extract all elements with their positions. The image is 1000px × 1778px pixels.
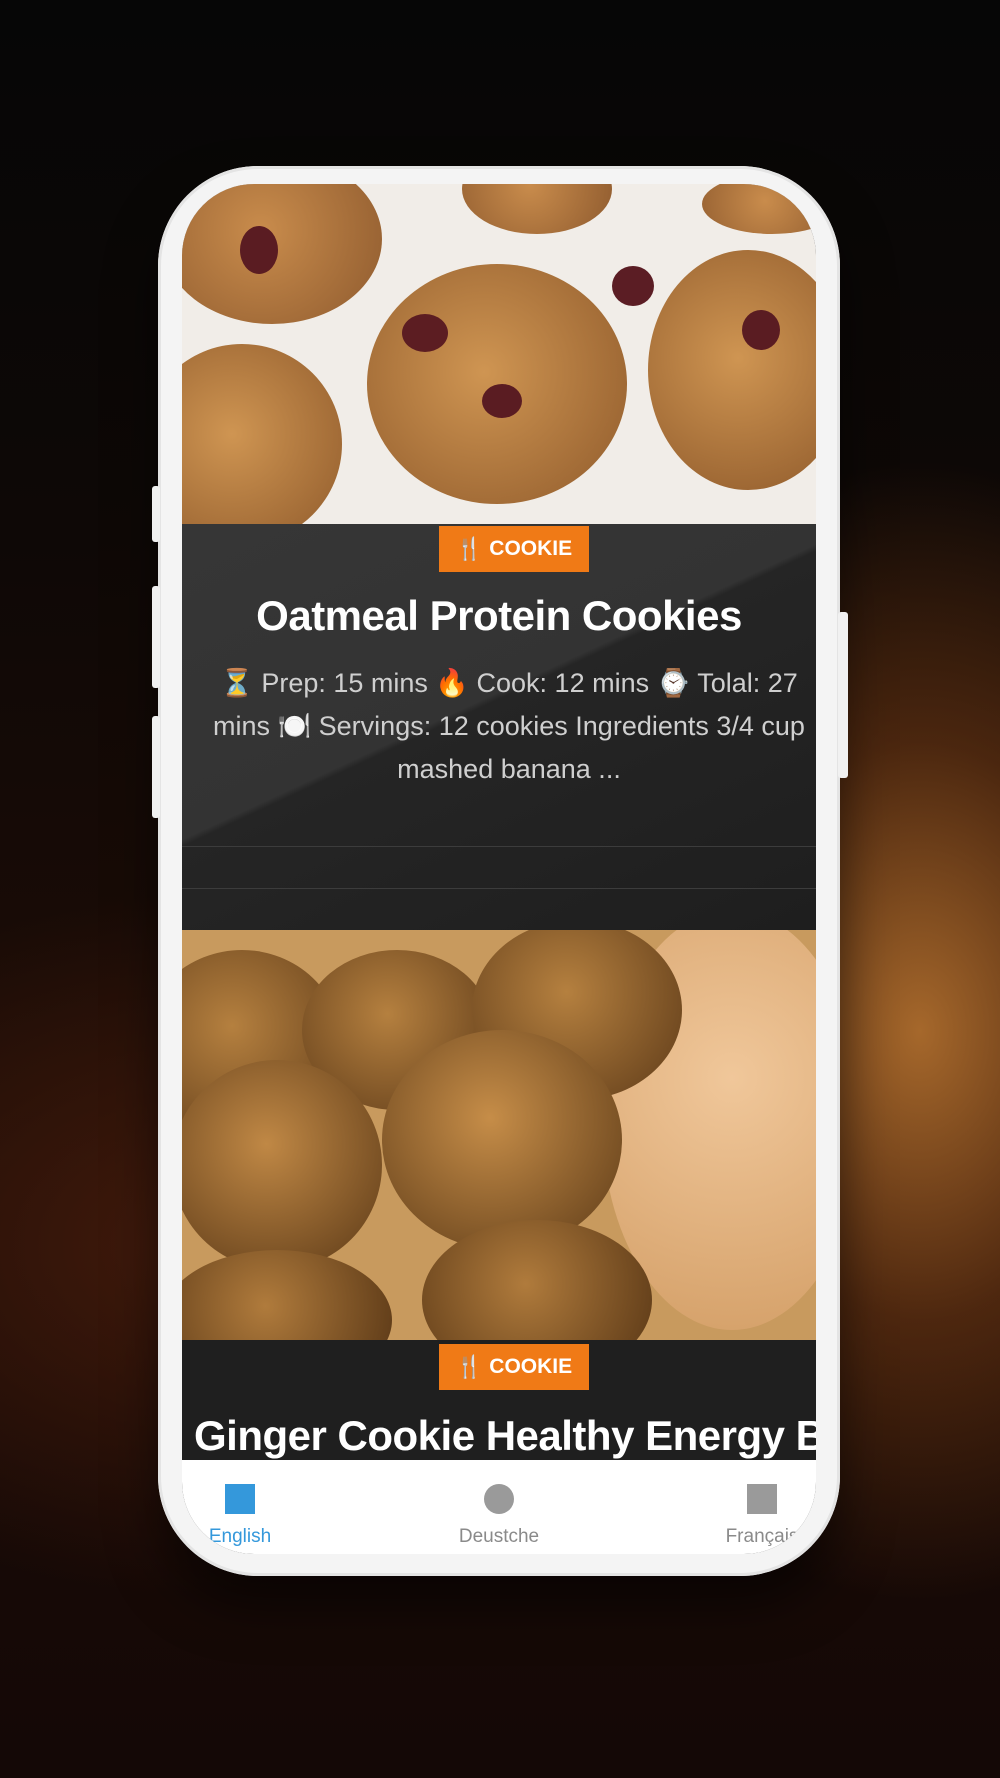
recipe-title[interactable]: Ginger Cookie Healthy Energy Balls	[194, 1412, 816, 1460]
category-badge[interactable]: 🍴 COOKIE	[439, 1344, 589, 1390]
app-screen: 🍴 COOKIE Oatmeal Protein Cookies ⏳ Prep:…	[182, 184, 816, 1554]
recipe-feed[interactable]: 🍴 COOKIE Oatmeal Protein Cookies ⏳ Prep:…	[182, 184, 816, 1460]
square-icon	[225, 1484, 255, 1514]
bottom-navigation: English Deustche Français	[182, 1460, 816, 1554]
recipe-image-oatmeal-cookies[interactable]	[182, 184, 816, 524]
fork-knife-icon: 🍴	[455, 1354, 484, 1379]
square-icon	[747, 1484, 777, 1514]
divider	[182, 846, 816, 847]
recipe-image-energy-balls[interactable]	[182, 930, 816, 1340]
category-label: COOKIE	[489, 537, 573, 560]
recipe-description: ⏳ Prep: 15 mins 🔥 Cook: 12 mins ⌚ Tolal:…	[213, 668, 805, 784]
circle-icon	[484, 1484, 514, 1514]
volume-up-button	[152, 586, 160, 688]
fork-knife-icon: 🍴	[455, 536, 484, 561]
recipe-title[interactable]: Oatmeal Protein Cookies	[182, 592, 816, 640]
nav-tab-francais[interactable]: Français	[682, 1460, 816, 1554]
volume-button	[152, 486, 160, 542]
divider	[182, 888, 816, 889]
category-label: COOKIE	[489, 1355, 573, 1378]
nav-tab-english[interactable]: English	[182, 1460, 320, 1554]
nav-label: Français	[725, 1526, 799, 1547]
volume-down-button	[152, 716, 160, 818]
nav-tab-deustche[interactable]: Deustche	[419, 1460, 579, 1554]
power-button	[838, 612, 848, 778]
nav-label: Deustche	[458, 1526, 540, 1547]
nav-label: English	[208, 1526, 272, 1547]
category-badge[interactable]: 🍴 COOKIE	[439, 526, 589, 572]
